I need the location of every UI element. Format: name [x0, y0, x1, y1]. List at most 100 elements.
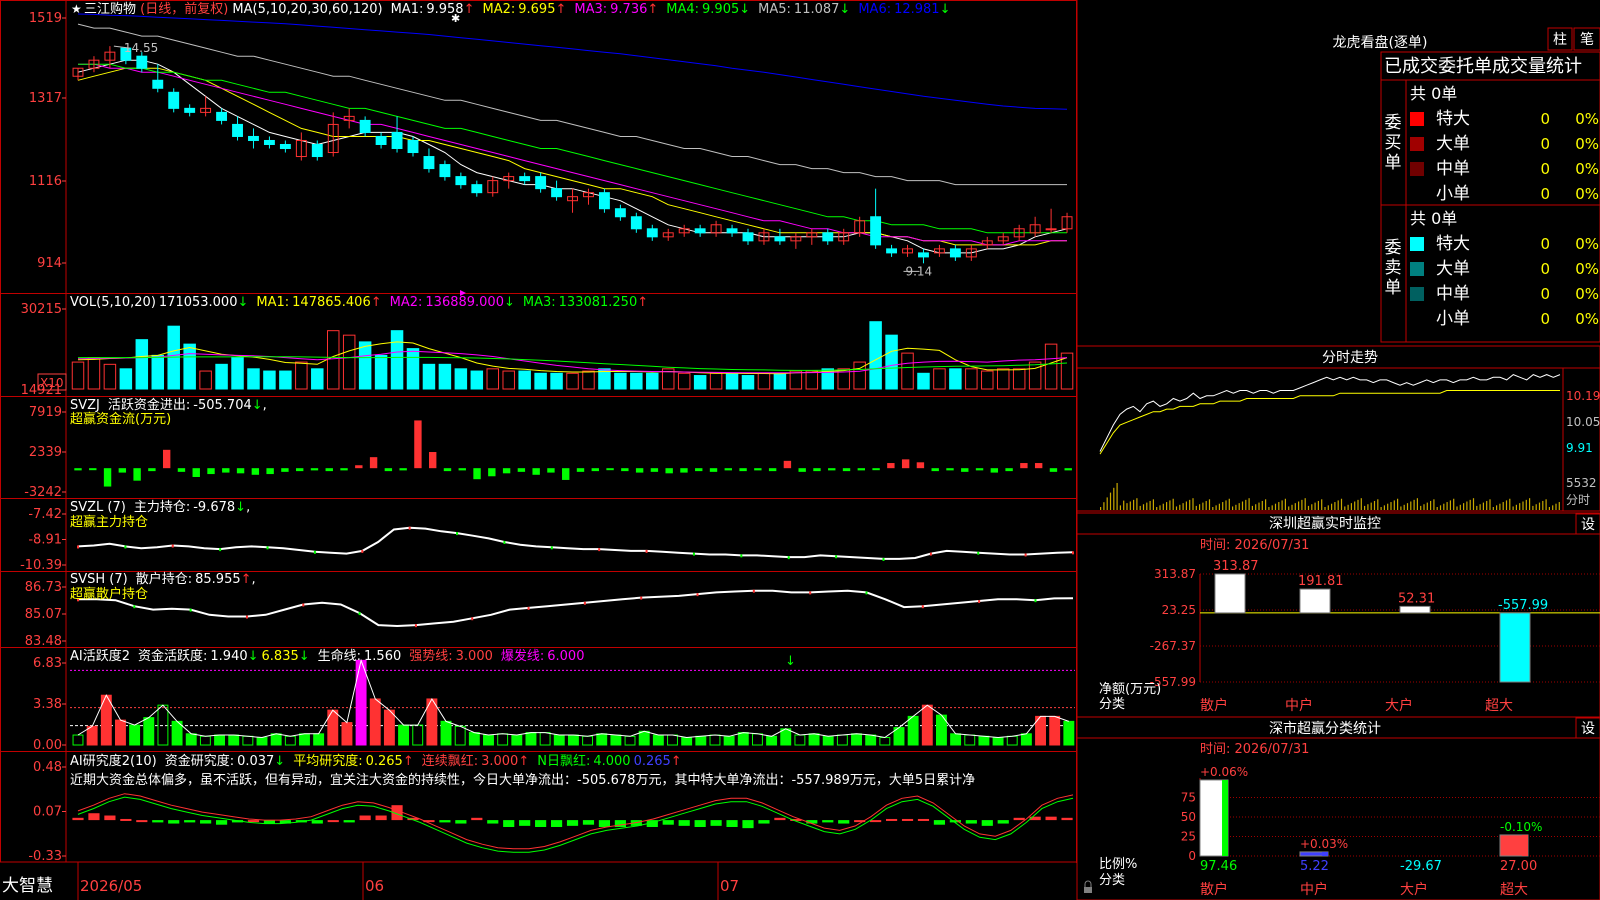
indicator-header: 三江购物 (日线，前复权) MA(5,10,20,30,60,120) MA1: 9… [84, 1, 951, 17]
intraday-volume-bar [1439, 505, 1442, 510]
activity-bar [794, 734, 806, 746]
ma-line-6 [77, 13, 1068, 110]
sz-class-bar-edge [1522, 834, 1528, 856]
y-tick-label: 85.07 [25, 607, 62, 622]
research-bar [487, 820, 499, 824]
activity-bar [865, 734, 877, 746]
intraday-volume-bar [1281, 500, 1283, 510]
vertical-char: 单 [1385, 278, 1402, 298]
fund-flow-bar [133, 468, 141, 481]
main-holding-line-tick [882, 557, 885, 561]
intraday-volume-bar [1291, 504, 1293, 510]
volume-bar [949, 368, 962, 390]
intraday-volume-bar [1463, 503, 1465, 510]
intraday-volume-bar [1205, 500, 1207, 510]
sz-monitor-axis-label: 净额(万元) [1099, 682, 1161, 697]
buy-orders-label: 委买单 [1385, 113, 1402, 173]
candle [136, 55, 148, 69]
fund-flow-bar [946, 468, 954, 471]
research-bar [104, 815, 116, 821]
candle [949, 248, 961, 258]
intraday-volume-bar [1545, 499, 1547, 510]
intraday-volume-bar [1301, 499, 1303, 510]
indicator-arrow: ↑ [637, 295, 648, 310]
vertical-char: 委 [1385, 238, 1402, 258]
activity-bar [921, 704, 933, 746]
activity-bar [836, 734, 848, 746]
fund-flow-bar [355, 465, 363, 469]
volume-bar [518, 370, 531, 390]
main-holding-line-tick [456, 532, 459, 536]
buy-row-count: 0 [1540, 135, 1550, 153]
intraday-volume-bar [1245, 499, 1247, 510]
column-button-label: 柱 [1553, 32, 1567, 48]
y-tick-label: 6.83 [33, 656, 62, 671]
intraday-volume-bar [1156, 507, 1158, 510]
fund-flow-bar [310, 468, 319, 471]
volume-bar [374, 354, 388, 390]
sz-class-bar-edge [1322, 851, 1328, 856]
activity-bar [256, 737, 268, 746]
indicator-value: 3.000 [481, 754, 518, 769]
indicator-value: 9.695 [518, 2, 555, 17]
fund-flow-bar [665, 468, 673, 474]
volume-bar [885, 334, 898, 390]
volume-bar [103, 363, 117, 390]
main-holding-line-tick [1072, 551, 1074, 555]
intraday-volume-bar [1255, 504, 1257, 510]
intraday-volume-bar [1324, 507, 1326, 510]
intraday-volume-bar [1195, 505, 1197, 510]
activity-bar [369, 698, 381, 746]
intraday-volume-bar [1215, 505, 1217, 510]
intraday-volume-bar [1558, 502, 1560, 510]
candle [630, 216, 642, 230]
volume-bar [789, 370, 803, 390]
dragon-tiger-title: 龙虎看盘(逐单) [1333, 34, 1428, 51]
low-marker: 9.14 [905, 264, 932, 278]
intraday-volume-bar [1179, 504, 1181, 510]
star-icon[interactable]: ★ [71, 2, 82, 16]
lock-icon[interactable] [1084, 887, 1092, 893]
indicator-key: N日飘红: [537, 753, 590, 769]
fund-flow-bar [547, 468, 555, 473]
volume-bar [311, 368, 324, 390]
activity-bar [129, 724, 141, 746]
intraday-volume-bar [1133, 499, 1135, 510]
fund-flow-bar [1049, 468, 1058, 472]
intraday-volume-bar [1476, 505, 1478, 510]
fund-flow-bar [177, 468, 186, 472]
indicator-key: MA3: [574, 2, 607, 17]
volume-bar [757, 372, 771, 390]
intraday-volume-bar [1377, 499, 1379, 510]
date-label: 06 [365, 877, 384, 895]
volume-bar [630, 372, 643, 390]
sz-class-y-tick: 75 [1181, 791, 1196, 805]
intraday-volume-bar [1532, 505, 1534, 510]
volume-bar [87, 357, 101, 390]
intraday-volume-bar [1367, 504, 1369, 510]
ma-line-5 [77, 23, 1067, 186]
indicator-trail: , [252, 572, 256, 587]
candle [232, 123, 243, 137]
intraday-volume-bar [1350, 503, 1352, 510]
sz-monitor-bar-label: 191.81 [1298, 574, 1344, 589]
intraday-volume-bar [1482, 502, 1484, 510]
research-bar [662, 820, 674, 825]
intraday-title: 分时走势 [1322, 350, 1378, 366]
research-bar [566, 820, 579, 826]
volume-bar [805, 370, 819, 390]
intraday-volume-bar [1505, 500, 1508, 510]
research-bar [933, 820, 946, 825]
buy-row-pct: 0% [1575, 110, 1599, 128]
fund-flow-bar [325, 468, 333, 472]
indicator-name: SVZL (7) [70, 500, 126, 515]
activity-bar [242, 735, 254, 746]
research-bar [598, 820, 611, 827]
vertical-char: 委 [1385, 113, 1402, 133]
activity-bar [553, 734, 565, 746]
buy-row-pct: 0% [1575, 160, 1599, 178]
intraday-price-line [1099, 374, 1561, 452]
research-bar [550, 820, 563, 827]
research-bar [917, 818, 930, 821]
y-tick-label: 914 [37, 256, 62, 271]
